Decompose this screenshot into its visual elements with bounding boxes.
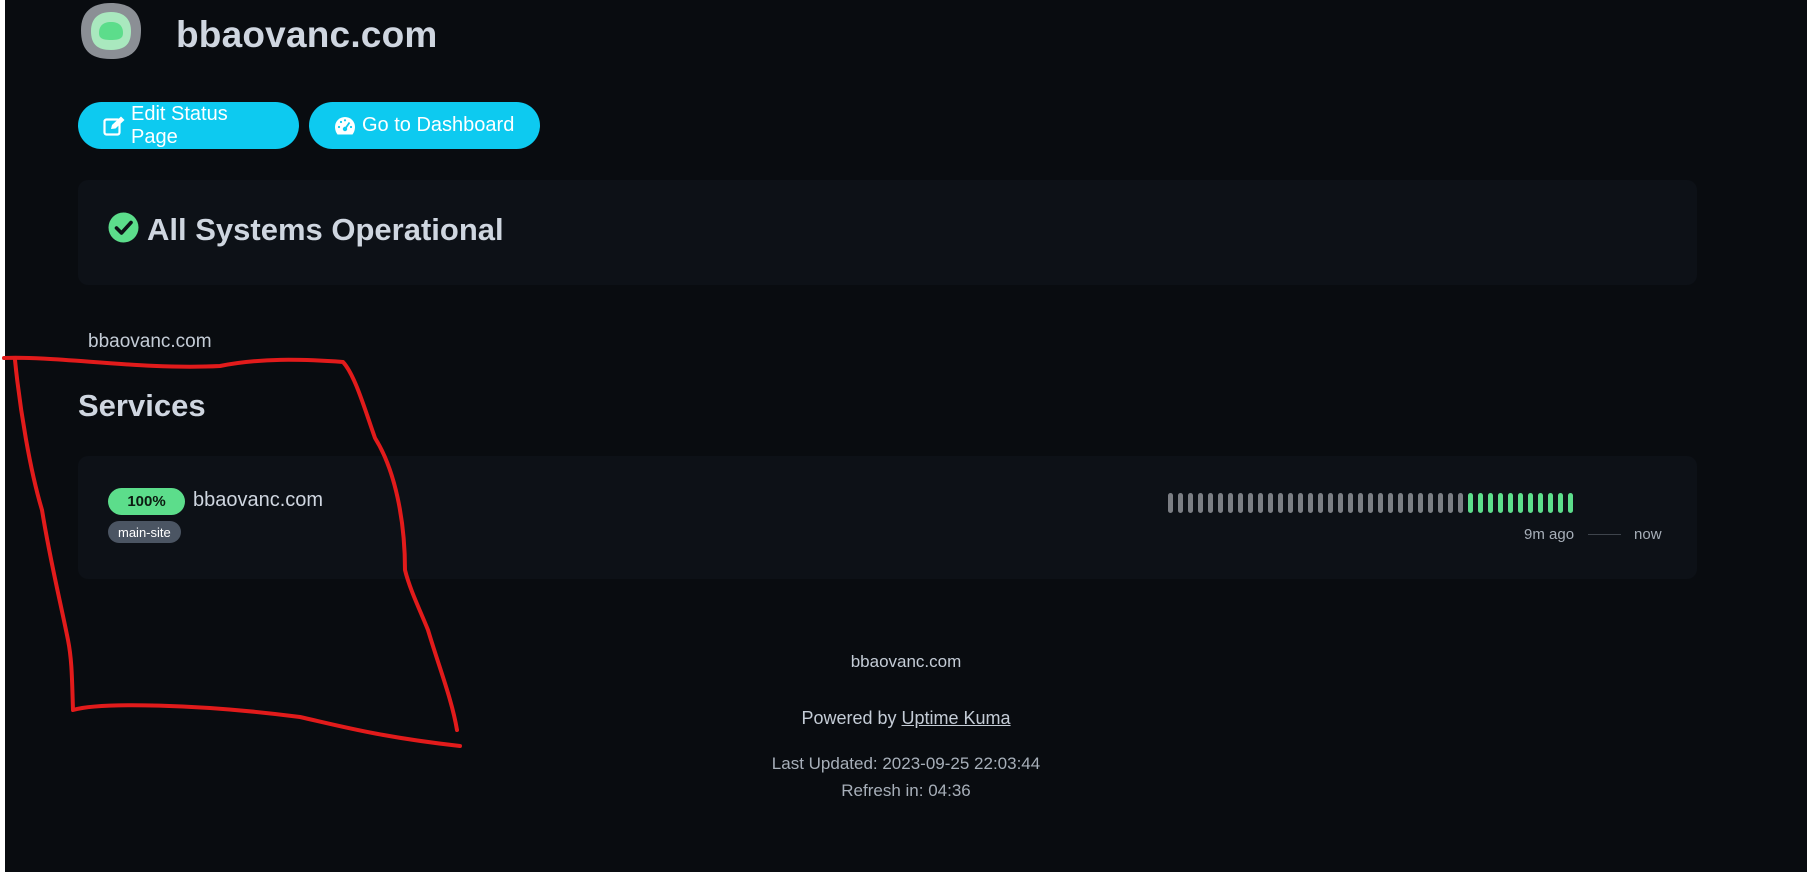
heartbeat-empty[interactable] (1298, 493, 1303, 513)
go-to-dashboard-label: Go to Dashboard (362, 114, 515, 136)
heartbeat-empty[interactable] (1308, 493, 1313, 513)
powered-by: Powered by Uptime Kuma (5, 708, 1807, 729)
heartbeat-empty[interactable] (1248, 493, 1253, 513)
edit-status-page-label: Edit Status Page (131, 102, 228, 148)
heartbeat-up[interactable] (1498, 493, 1503, 513)
heartbeat-empty[interactable] (1458, 493, 1463, 513)
uptime-badge: 100% (108, 488, 185, 515)
heartbeat-empty[interactable] (1208, 493, 1213, 513)
heartbeat-bar (1168, 493, 1573, 513)
timeline-divider (1588, 534, 1622, 535)
monitor-tag: main-site (108, 521, 181, 543)
heartbeat-empty[interactable] (1258, 493, 1263, 513)
heartbeat-empty[interactable] (1338, 493, 1343, 513)
heartbeat-end-time: now (1634, 526, 1662, 543)
site-title: bbaovanc.com (176, 14, 438, 55)
heartbeat-up[interactable] (1568, 493, 1573, 513)
status-page: bbaovanc.com Edit Status Page Go to Dash… (5, 0, 1807, 872)
heartbeat-empty[interactable] (1328, 493, 1333, 513)
page-description: bbaovanc.com (88, 331, 212, 352)
heartbeat-up[interactable] (1538, 493, 1543, 513)
heartbeat-empty[interactable] (1358, 493, 1363, 513)
heartbeat-empty[interactable] (1368, 493, 1373, 513)
monitor-name[interactable]: bbaovanc.com (193, 489, 323, 512)
heartbeat-empty[interactable] (1378, 493, 1383, 513)
services-group-title: Services (78, 388, 206, 423)
page-header: bbaovanc.com (78, 0, 437, 70)
heartbeat-empty[interactable] (1188, 493, 1193, 513)
last-updated: Last Updated: 2023-09-25 22:03:44 (771, 754, 1041, 773)
heartbeat-empty[interactable] (1318, 493, 1323, 513)
overall-status-label: All Systems Operational (147, 212, 504, 247)
heartbeat-empty[interactable] (1238, 493, 1243, 513)
heartbeat-empty[interactable] (1408, 493, 1413, 513)
heartbeat-empty[interactable] (1398, 493, 1403, 513)
check-circle-icon (108, 212, 139, 248)
overall-status-card: All Systems Operational (78, 180, 1697, 285)
heartbeat-time-legend: 9m ago now (1524, 526, 1662, 543)
heartbeat-empty[interactable] (1228, 493, 1233, 513)
heartbeat-up[interactable] (1508, 493, 1513, 513)
heartbeat-empty[interactable] (1278, 493, 1283, 513)
heartbeat-up[interactable] (1528, 493, 1533, 513)
go-to-dashboard-button[interactable]: Go to Dashboard (309, 102, 540, 149)
heartbeat-empty[interactable] (1288, 493, 1293, 513)
heartbeat-empty[interactable] (1198, 493, 1203, 513)
heartbeat-empty[interactable] (1168, 493, 1173, 513)
heartbeat-up[interactable] (1518, 493, 1523, 513)
site-logo (78, 0, 152, 68)
edit-status-page-button[interactable]: Edit Status Page (78, 102, 299, 149)
heartbeat-up[interactable] (1468, 493, 1473, 513)
heartbeat-empty[interactable] (1218, 493, 1223, 513)
heartbeat-empty[interactable] (1268, 493, 1273, 513)
powered-by-prefix: Powered by (801, 708, 897, 728)
heartbeat-empty[interactable] (1428, 493, 1433, 513)
speedometer-icon (334, 116, 356, 136)
heartbeat-empty[interactable] (1438, 493, 1443, 513)
edit-icon (103, 116, 125, 136)
footer-text: bbaovanc.com (850, 652, 962, 671)
heartbeat-empty[interactable] (1178, 493, 1183, 513)
refresh-countdown: Refresh in: 04:36 (841, 781, 971, 800)
heartbeat-empty[interactable] (1388, 493, 1393, 513)
monitor-list: 100% bbaovanc.com main-site 9m ago now (78, 456, 1697, 579)
uptime-kuma-link[interactable]: Uptime Kuma (902, 708, 1011, 728)
heartbeat-empty[interactable] (1418, 493, 1423, 513)
heartbeat-up[interactable] (1478, 493, 1483, 513)
heartbeat-up[interactable] (1488, 493, 1493, 513)
heartbeat-empty[interactable] (1448, 493, 1453, 513)
heartbeat-up[interactable] (1558, 493, 1563, 513)
heartbeat-up[interactable] (1548, 493, 1553, 513)
heartbeat-start-time: 9m ago (1524, 526, 1575, 543)
overall-status: All Systems Operational (108, 212, 504, 248)
heartbeat-empty[interactable] (1348, 493, 1353, 513)
